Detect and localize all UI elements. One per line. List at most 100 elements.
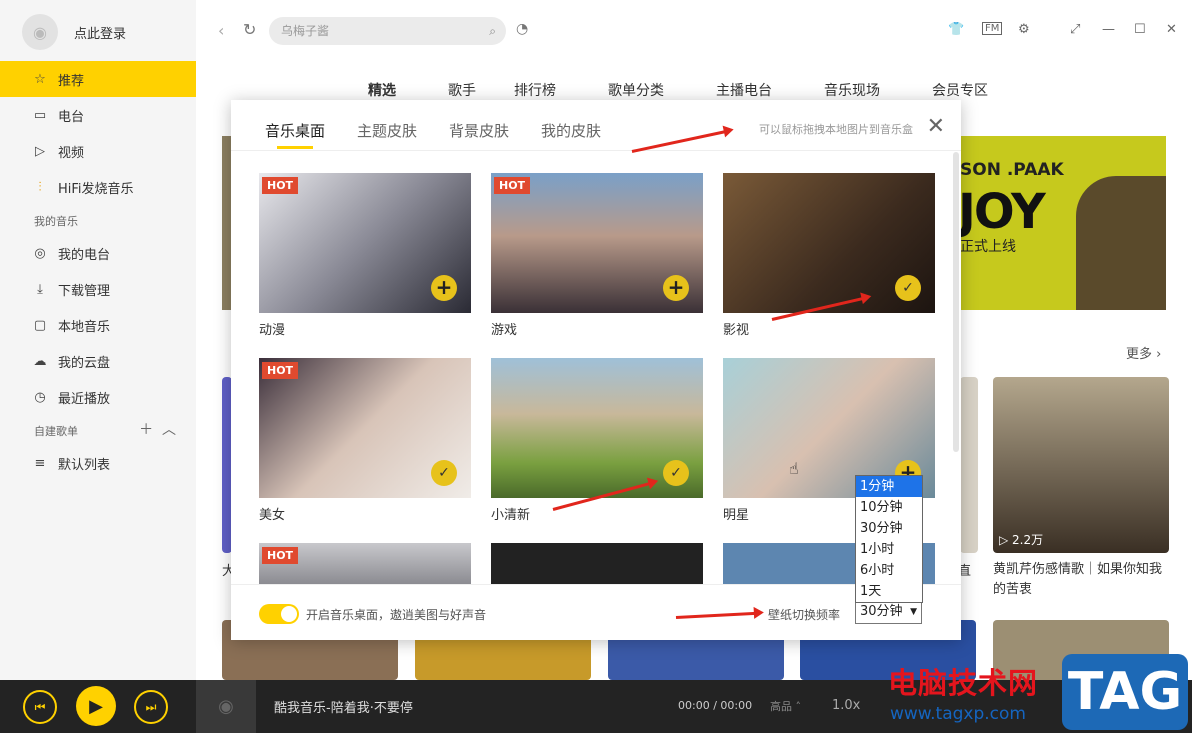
dropdown-arrow-icon: ▼ [910, 607, 917, 617]
sidebar-item-my-radio[interactable]: ◎ 我的电台 [0, 235, 196, 271]
tile-label: 游戏 [491, 323, 518, 338]
freq-option[interactable]: 10分钟 [856, 497, 922, 518]
freq-option[interactable]: 30分钟 [856, 518, 922, 539]
album-cover[interactable]: ◉ [196, 680, 256, 733]
wallpaper-tile-beauty[interactable]: HOT ✓ [259, 358, 471, 498]
cloud-icon: ☁ [33, 353, 47, 369]
tab-live[interactable]: 音乐现场 [824, 80, 880, 100]
freq-option[interactable]: 1小时 [856, 539, 922, 560]
sidebar-item-recommend[interactable]: ☆ 推荐 [0, 61, 196, 97]
scrollbar[interactable] [953, 152, 959, 452]
maximize-icon[interactable]: ☐ [1134, 22, 1146, 37]
login-label[interactable]: 点此登录 [74, 23, 126, 42]
sidebar-item-radio[interactable]: ▭ 电台 [0, 97, 196, 133]
watermark-logo: TAG [1062, 654, 1188, 730]
settings-icon[interactable]: ⚙ [1018, 22, 1030, 37]
divider [231, 150, 961, 151]
close-icon[interactable]: ✕ [927, 114, 945, 139]
search-input[interactable]: 乌梅子酱 ⌕ [269, 17, 506, 45]
playlist-card[interactable] [960, 377, 978, 553]
playlist-header: 自建歌单 ＋ ︿ [0, 415, 196, 445]
prev-track-icon[interactable]: ⏮ [23, 690, 57, 724]
sidebar-item-local[interactable]: ▢ 本地音乐 [0, 307, 196, 343]
watermark-text: 电脑技术网 [888, 666, 1039, 700]
tab-music-desktop[interactable]: 音乐桌面 [265, 120, 325, 149]
tab-featured[interactable]: 精选 [368, 80, 396, 100]
tab-radio[interactable]: 主播电台 [716, 80, 772, 100]
fm-icon[interactable]: FM [982, 22, 1003, 35]
dialog-tabs: 音乐桌面 主题皮肤 背景皮肤 我的皮肤 [265, 120, 633, 149]
next-track-icon[interactable]: ⏭ [134, 690, 168, 724]
hot-badge: HOT [262, 547, 299, 564]
check-icon[interactable]: ✓ [895, 275, 921, 301]
dialog-footer: 开启音乐桌面，遨逍美图与好声音 壁纸切换频率 30分钟 ▼ [231, 584, 961, 640]
tile-label: 明星 [723, 508, 750, 523]
close-window-icon[interactable]: ✕ [1166, 22, 1177, 37]
quality-button[interactable]: 高品 ˄ [770, 698, 801, 714]
add-playlist-icon[interactable]: ＋ ︿ [139, 419, 176, 439]
tab-charts[interactable]: 排行榜 [514, 80, 556, 100]
hot-badge: HOT [262, 177, 299, 194]
banner-photo [1076, 176, 1166, 310]
login-area[interactable]: ◉ 点此登录 [22, 14, 126, 50]
wallpaper-tile-fresh[interactable]: ✓ [491, 358, 703, 498]
freq-select[interactable]: 30分钟 ▼ [855, 600, 922, 624]
watermark-url: www.tagxp.com [890, 704, 1026, 724]
tab-theme-skin[interactable]: 主题皮肤 [357, 120, 417, 149]
play-count: ▷ 2.2万 [999, 533, 1044, 547]
tab-my-skin[interactable]: 我的皮肤 [541, 120, 601, 149]
banner-right[interactable]: SON .PAAK JOY 正式上线 [958, 136, 1166, 310]
skin-icon[interactable]: 👕 [948, 22, 964, 37]
tile-label: 动漫 [259, 323, 286, 338]
sidebar-item-label: 我的云盘 [58, 355, 111, 371]
sidebar-item-hifi[interactable]: ⫶ HiFi发烧音乐 [0, 169, 196, 205]
more-link[interactable]: 更多 › [1126, 343, 1161, 362]
minimize-icon[interactable]: — [1102, 22, 1115, 37]
refresh-icon[interactable]: ↻ [243, 20, 256, 39]
tile-label: 影视 [723, 323, 750, 338]
sidebar-item-label: 推荐 [58, 73, 85, 89]
sidebar-item-default-list[interactable]: ≡ 默认列表 [0, 445, 196, 481]
freq-option[interactable]: 6小时 [856, 560, 922, 581]
radio-icon: ▭ [33, 107, 47, 123]
hifi-icon: ⫶ [38, 179, 42, 195]
tab-playlists[interactable]: 歌单分类 [608, 80, 664, 100]
wallpaper-tile[interactable]: HOT [259, 543, 471, 585]
history-icon[interactable]: ◔ [516, 21, 528, 37]
toggle-label: 开启音乐桌面，遨逍美图与好声音 [306, 608, 487, 622]
sidebar-item-recent[interactable]: ◷ 最近播放 [0, 379, 196, 415]
wallpaper-tile-film[interactable]: ✓ [723, 173, 935, 313]
tab-singers[interactable]: 歌手 [448, 80, 476, 100]
sidebar-item-download[interactable]: ⤓ 下载管理 [0, 271, 196, 307]
sidebar-item-label: 下载管理 [58, 283, 111, 299]
music-desktop-toggle[interactable] [259, 604, 299, 624]
check-icon[interactable]: ✓ [431, 460, 457, 486]
search-icon[interactable]: ⌕ [489, 17, 496, 45]
tab-vip[interactable]: 会员专区 [932, 80, 988, 100]
video-icon: ▷ [35, 143, 45, 159]
add-icon[interactable]: + [431, 275, 457, 301]
playlist-card[interactable]: ▷ 2.2万 [993, 377, 1169, 553]
wallpaper-tile[interactable] [491, 543, 703, 585]
drag-hint: 可以鼠标拖拽本地图片到音乐盒 [759, 123, 913, 136]
playlist-title[interactable]: 黄凯芹伤感情歌｜如果你知我的苦衷 [993, 560, 1173, 600]
topbar: ‹ ↻ 乌梅子酱 ⌕ ◔ 👕 FM ⚙ ⤢ — ☐ ✕ [196, 0, 1192, 62]
section-label: 自建歌单 [34, 425, 78, 438]
add-icon[interactable]: + [663, 275, 689, 301]
speed-button[interactable]: 1.0x [832, 698, 860, 713]
wallpaper-tile-anime[interactable]: HOT + [259, 173, 471, 313]
check-icon[interactable]: ✓ [663, 460, 689, 486]
my-radio-icon: ◎ [34, 245, 46, 261]
mini-mode-icon[interactable]: ⤢ [1070, 22, 1080, 37]
avatar[interactable]: ◉ [22, 14, 58, 50]
sidebar-item-label: 本地音乐 [58, 319, 111, 335]
freq-option[interactable]: 1天 [856, 581, 922, 602]
back-icon[interactable]: ‹ [218, 21, 224, 40]
sidebar-item-cloud[interactable]: ☁ 我的云盘 [0, 343, 196, 379]
sidebar-item-video[interactable]: ▷ 视频 [0, 133, 196, 169]
play-button[interactable]: ▶ [76, 686, 116, 726]
hot-badge: HOT [494, 177, 531, 194]
wallpaper-tile-game[interactable]: HOT + [491, 173, 703, 313]
tab-bg-skin[interactable]: 背景皮肤 [449, 120, 509, 149]
freq-option[interactable]: 1分钟 [856, 476, 922, 497]
